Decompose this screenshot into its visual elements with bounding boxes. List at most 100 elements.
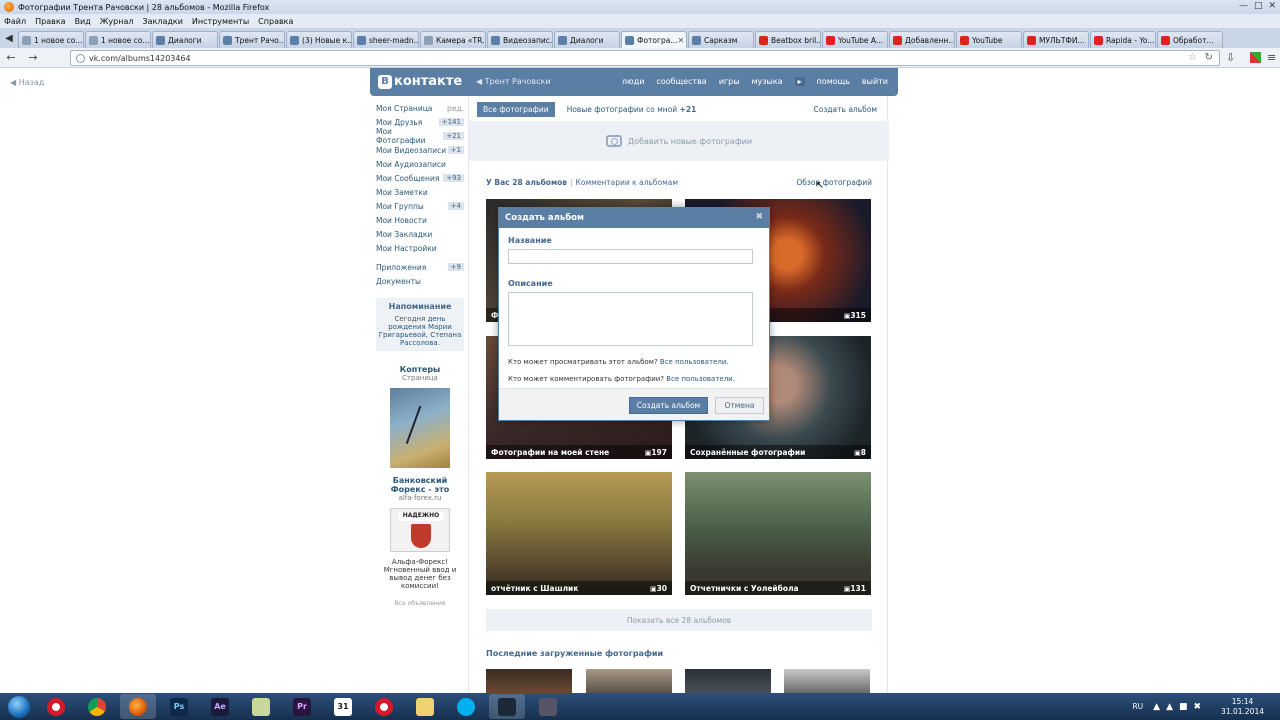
browser-tab[interactable]: МУЛЬТФИ... bbox=[1023, 31, 1089, 48]
menu-edit[interactable]: Правка bbox=[35, 17, 65, 26]
taskbar-app-folder[interactable] bbox=[407, 694, 443, 719]
nav-people[interactable]: люди bbox=[622, 77, 645, 86]
left-menu-item[interactable]: Моя Страница ред. bbox=[376, 101, 464, 115]
browser-tab[interactable]: Добавленн... bbox=[889, 31, 955, 48]
left-menu-item[interactable]: Мои Закладки bbox=[376, 227, 464, 241]
album-comments-link[interactable]: Комментарии к альбомам bbox=[576, 178, 678, 187]
reload-icon[interactable]: ↻ bbox=[1205, 52, 1213, 63]
view-privacy-link[interactable]: Все пользователи bbox=[660, 358, 726, 366]
vk-logo[interactable]: В контакте bbox=[378, 74, 462, 89]
recent-photo-thumb[interactable] bbox=[685, 669, 771, 693]
browser-tab[interactable]: Сарказм bbox=[688, 31, 754, 48]
menu-help[interactable]: Справка bbox=[258, 17, 293, 26]
left-menu-item[interactable]: Мои Аудиозаписи bbox=[376, 157, 464, 171]
back-link[interactable]: ◀ Назад bbox=[10, 78, 44, 87]
left-menu-item[interactable]: Документы bbox=[376, 274, 464, 288]
left-menu-item[interactable]: Приложения +9 bbox=[376, 260, 464, 274]
create-album-link[interactable]: Создать альбом bbox=[814, 105, 877, 114]
browser-tab[interactable]: sheer-madn... bbox=[353, 31, 419, 48]
header-user-link[interactable]: ◀ Трент Рачовски bbox=[476, 77, 551, 86]
bookmark-star-icon[interactable]: ☆ bbox=[1188, 52, 1197, 63]
albums-count[interactable]: У Вас 28 альбомов bbox=[486, 178, 567, 187]
back-arrow-icon[interactable]: ← bbox=[0, 51, 22, 64]
nav-logout[interactable]: выйти bbox=[862, 77, 888, 86]
extension-icon[interactable] bbox=[1250, 52, 1261, 63]
clock[interactable]: 15:14 31.01.2014 bbox=[1221, 697, 1264, 717]
tab-new-photos-with-me[interactable]: Новые фотографии со мной +21 bbox=[561, 102, 703, 117]
left-menu-counter[interactable]: +141 bbox=[438, 118, 464, 126]
dialog-close-icon[interactable]: ✖ bbox=[755, 212, 763, 222]
download-icon[interactable]: ⇩ bbox=[1226, 51, 1235, 64]
nav-communities[interactable]: сообщества bbox=[656, 77, 706, 86]
left-menu-item[interactable]: Мои Настройки bbox=[376, 241, 464, 255]
all-ads-link[interactable]: Все объявления bbox=[376, 600, 464, 607]
tab-close-icon[interactable]: ✕ bbox=[677, 36, 684, 45]
left-menu-counter[interactable]: +4 bbox=[447, 202, 464, 210]
menu-tools[interactable]: Инструменты bbox=[192, 17, 249, 26]
left-menu-item[interactable]: Мои Фотографии +21 bbox=[376, 127, 464, 145]
show-all-albums-button[interactable]: Показать все 28 альбомов bbox=[486, 609, 872, 631]
taskbar-app-firefox[interactable] bbox=[120, 694, 156, 719]
menu-bookmarks[interactable]: Закладки bbox=[142, 17, 182, 26]
nav-more-icon[interactable]: ▸ bbox=[794, 77, 805, 86]
recent-photo-thumb[interactable] bbox=[586, 669, 672, 693]
browser-tab[interactable]: Rapida - Yo... bbox=[1090, 31, 1156, 48]
nav-games[interactable]: игры bbox=[719, 77, 740, 86]
browser-tab[interactable]: YouTube bbox=[956, 31, 1022, 48]
left-menu-item[interactable]: Мои Новости bbox=[376, 213, 464, 227]
taskbar-app-opera[interactable] bbox=[366, 694, 402, 719]
ad-copters[interactable]: Коптеры Страница bbox=[376, 365, 464, 468]
browser-tab[interactable]: Камера «TR... bbox=[420, 31, 486, 48]
album-card[interactable]: отчётник с Шашлик 30 bbox=[486, 472, 672, 595]
browser-tab[interactable]: Видеозапис... bbox=[487, 31, 553, 48]
taskbar-app-after-effects[interactable]: Ae bbox=[202, 694, 238, 719]
edit-link[interactable]: ред. bbox=[447, 104, 464, 113]
address-bar[interactable]: vk.com/albums14203464 ☆ ↻ bbox=[70, 50, 1220, 66]
taskbar-app-photoshop[interactable]: Ps bbox=[161, 694, 197, 719]
start-button[interactable] bbox=[0, 693, 38, 720]
browser-tab[interactable]: 1 новое со... bbox=[18, 31, 84, 48]
forward-arrow-icon[interactable]: → bbox=[22, 51, 44, 64]
taskbar-app-files[interactable] bbox=[243, 694, 279, 719]
album-card[interactable]: Отчетнички с Уолейбола 131 bbox=[685, 472, 871, 595]
left-menu-counter[interactable]: +9 bbox=[447, 263, 464, 271]
menu-history[interactable]: Журнал bbox=[100, 17, 134, 26]
add-photos-button[interactable]: Добавить новые фотографии bbox=[469, 121, 889, 161]
language-indicator[interactable]: RU bbox=[1132, 702, 1143, 711]
left-menu-item[interactable]: Мои Видеозаписи +1 bbox=[376, 143, 464, 157]
left-menu-counter[interactable]: +21 bbox=[443, 132, 464, 140]
recent-photo-thumb[interactable] bbox=[784, 669, 870, 693]
menu-file[interactable]: Файл bbox=[4, 17, 26, 26]
browser-tab[interactable]: Обработ... bbox=[1157, 31, 1223, 48]
left-menu-item[interactable]: Мои Сообщения +93 bbox=[376, 171, 464, 185]
album-description-input[interactable] bbox=[508, 292, 753, 346]
browser-tab[interactable]: Диалоги bbox=[152, 31, 218, 48]
left-menu-counter[interactable]: +93 bbox=[443, 174, 464, 182]
nav-help[interactable]: помощь bbox=[817, 77, 850, 86]
taskbar-app-steam[interactable] bbox=[489, 694, 525, 719]
photo-review-link[interactable]: Обзор фотографий bbox=[796, 178, 872, 187]
left-menu-counter[interactable]: +1 bbox=[447, 146, 464, 154]
nav-music[interactable]: музыка bbox=[752, 77, 783, 86]
browser-tab[interactable]: Диалоги bbox=[554, 31, 620, 48]
create-album-button[interactable]: Создать альбом bbox=[629, 397, 708, 414]
tab-all-photos[interactable]: Все фотографии bbox=[477, 102, 555, 117]
taskbar-app-opera[interactable] bbox=[38, 694, 74, 719]
ad-forex[interactable]: Банковский Форекс - это alfa-forex.ru НА… bbox=[376, 476, 464, 590]
left-menu-item[interactable]: Мои Заметки bbox=[376, 185, 464, 199]
menu-icon[interactable]: ≡ bbox=[1267, 51, 1276, 64]
menu-view[interactable]: Вид bbox=[75, 17, 91, 26]
cancel-button[interactable]: Отмена bbox=[715, 397, 764, 414]
browser-tab[interactable]: Beatbox bril... bbox=[755, 31, 821, 48]
taskbar-app-chrome[interactable] bbox=[79, 694, 115, 719]
browser-tab[interactable]: Фотогра... ✕ bbox=[621, 31, 687, 48]
browser-tab[interactable]: 1 новое со... bbox=[85, 31, 151, 48]
album-name-input[interactable] bbox=[508, 249, 753, 264]
tabs-scroll-left-icon[interactable]: ◀ bbox=[0, 28, 18, 48]
tray-icons[interactable]: ▲▲■✖ bbox=[1153, 702, 1207, 712]
taskbar-app-calendar[interactable]: 31 bbox=[325, 694, 361, 719]
comment-privacy-link[interactable]: Все пользователи bbox=[666, 375, 732, 383]
left-menu-item[interactable]: Мои Группы +4 bbox=[376, 199, 464, 213]
browser-tab[interactable]: YouTube A... bbox=[822, 31, 888, 48]
recent-photo-thumb[interactable] bbox=[486, 669, 572, 693]
